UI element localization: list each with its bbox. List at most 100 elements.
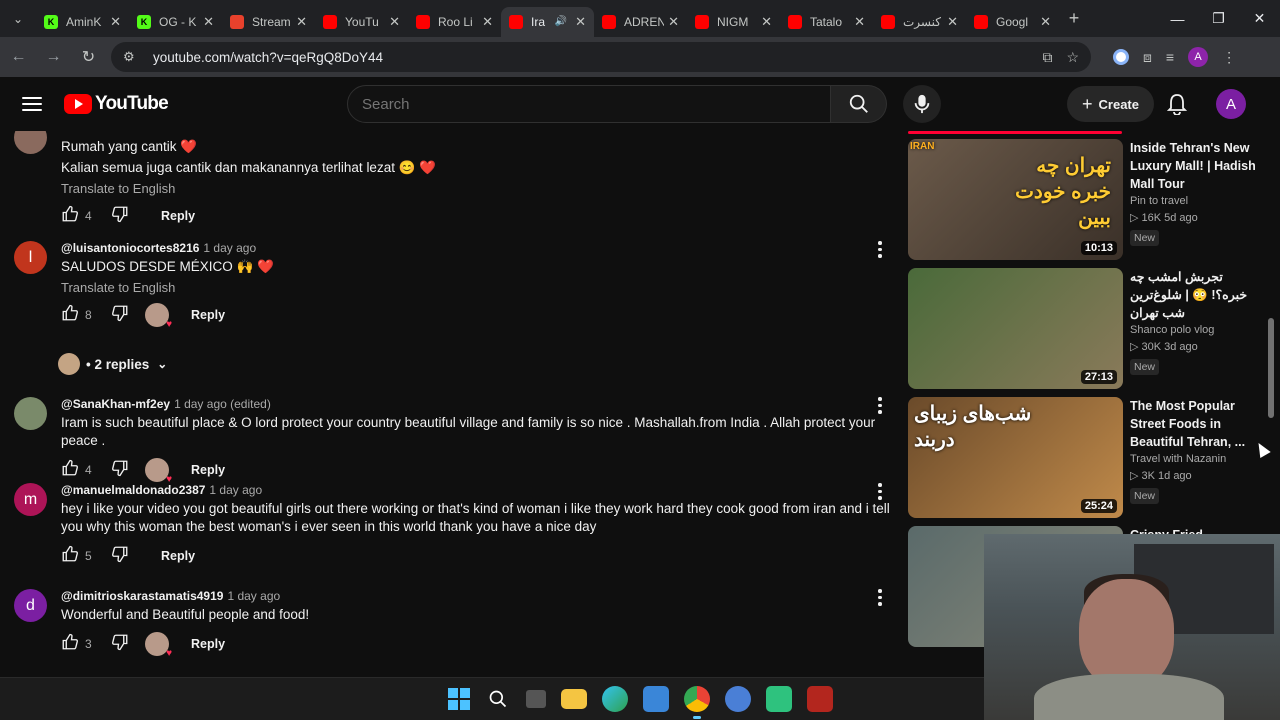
page-scrollbar[interactable] bbox=[1268, 318, 1274, 418]
thumbs-down-icon[interactable] bbox=[111, 633, 129, 656]
video-channel[interactable]: Travel with Nazanin bbox=[1130, 453, 1258, 465]
reply-button[interactable]: Reply bbox=[191, 308, 225, 322]
store-icon[interactable] bbox=[642, 686, 669, 712]
comment-more-icon[interactable] bbox=[870, 241, 890, 258]
related-video-card[interactable]: 27:13 تجربش امشب چه خبره؟! 😳 | شلوغ‌ترین … bbox=[908, 268, 1268, 390]
comment-author[interactable]: @manuelmaldonado2387 bbox=[61, 483, 205, 497]
obs-app-icon[interactable] bbox=[765, 686, 792, 712]
comment-author[interactable]: @SanaKhan-mf2ey bbox=[61, 397, 170, 411]
thumbs-up-icon[interactable] bbox=[61, 459, 79, 482]
video-title[interactable]: تجربش امشب چه خبره؟! 😳 | شلوغ‌ترین شب ته… bbox=[1130, 268, 1258, 322]
minimize-icon[interactable]: — bbox=[1157, 0, 1198, 37]
commenter-avatar[interactable]: m bbox=[14, 483, 47, 516]
browser-profile-avatar[interactable]: A bbox=[1188, 47, 1209, 67]
tab-close-icon[interactable]: ✕ bbox=[575, 14, 586, 30]
video-thumbnail[interactable]: IRAN تهران چه خبره خودت ببین 10:13 bbox=[908, 139, 1123, 260]
hamburger-menu-icon[interactable] bbox=[22, 97, 42, 111]
related-video-card[interactable]: شب‌های زیبای دربند 25:24 The Most Popular … bbox=[908, 397, 1268, 519]
browser-tab[interactable]: Googl ✕ bbox=[966, 7, 1059, 37]
comment-more-icon[interactable] bbox=[870, 589, 890, 606]
comment-more-icon[interactable] bbox=[870, 397, 890, 414]
site-info-icon[interactable]: ⚙ bbox=[123, 49, 143, 65]
tab-search-chevron-icon[interactable]: ⌄ bbox=[0, 0, 36, 37]
tab-close-icon[interactable]: ✕ bbox=[389, 14, 400, 30]
task-view-icon[interactable] bbox=[525, 690, 546, 708]
extensions-puzzle-icon[interactable]: ⧈ bbox=[1143, 49, 1152, 66]
reply-button[interactable]: Reply bbox=[191, 463, 225, 477]
search-button[interactable] bbox=[831, 85, 887, 123]
back-arrow-icon[interactable]: ← bbox=[2, 42, 35, 72]
account-avatar[interactable]: A bbox=[1216, 89, 1246, 119]
extension-circle-icon[interactable] bbox=[1113, 49, 1129, 65]
chrome-icon[interactable] bbox=[683, 686, 710, 719]
video-thumbnail[interactable]: 27:13 bbox=[908, 268, 1123, 389]
tab-close-icon[interactable]: ✕ bbox=[296, 14, 307, 30]
comment-time[interactable]: 1 day ago bbox=[203, 241, 256, 255]
thumbs-down-icon[interactable] bbox=[111, 304, 129, 327]
comment-author[interactable]: @dimitrioskarastamatis4919 bbox=[61, 589, 223, 603]
create-button[interactable]: + Create bbox=[1067, 86, 1154, 122]
translate-link[interactable]: Translate to English bbox=[61, 280, 891, 295]
install-app-icon[interactable]: ⧉ bbox=[1042, 49, 1052, 66]
video-title[interactable]: Inside Tehran's New Luxury Mall! | Hadis… bbox=[1130, 139, 1258, 193]
thumbs-up-icon[interactable] bbox=[61, 304, 79, 327]
tab-close-icon[interactable]: ✕ bbox=[761, 14, 772, 30]
tab-close-icon[interactable]: ✕ bbox=[1040, 14, 1051, 30]
comment-time[interactable]: 1 day ago bbox=[209, 483, 262, 497]
media-control-icon[interactable]: ≡ bbox=[1166, 49, 1174, 65]
commenter-avatar[interactable]: l bbox=[14, 241, 47, 274]
comment-time[interactable]: 1 day ago bbox=[227, 589, 280, 603]
commenter-avatar[interactable] bbox=[14, 397, 47, 430]
browser-tab[interactable]: NIGM ✕ bbox=[687, 7, 780, 37]
comment-time[interactable]: 1 day ago (edited) bbox=[174, 397, 271, 411]
reply-button[interactable]: Reply bbox=[161, 549, 195, 563]
tab-close-icon[interactable]: ✕ bbox=[482, 14, 493, 30]
thumbs-down-icon[interactable] bbox=[111, 205, 129, 228]
forward-arrow-icon[interactable]: → bbox=[37, 42, 70, 72]
commenter-avatar[interactable]: d bbox=[14, 589, 47, 622]
app-circle-icon[interactable] bbox=[724, 686, 751, 712]
browser-tab[interactable]: Stream ✕ bbox=[222, 7, 315, 37]
search-field[interactable] bbox=[347, 85, 831, 123]
video-thumbnail[interactable]: شب‌های زیبای دربند 25:24 bbox=[908, 397, 1123, 518]
reload-icon[interactable]: ↻ bbox=[72, 42, 105, 72]
tab-close-icon[interactable]: ✕ bbox=[947, 14, 958, 30]
video-title[interactable]: The Most Popular Street Foods in Beautif… bbox=[1130, 397, 1258, 451]
tab-close-icon[interactable]: ✕ bbox=[110, 14, 121, 30]
video-channel[interactable]: Pin to travel bbox=[1130, 195, 1258, 207]
notifications-bell-icon[interactable] bbox=[1166, 93, 1188, 120]
browser-tab[interactable]: Tatalo ✕ bbox=[780, 7, 873, 37]
related-video-card[interactable]: IRAN تهران چه خبره خودت ببین 10:13 Inside T… bbox=[908, 139, 1268, 261]
replies-toggle[interactable]: • 2 replies ⌄ bbox=[58, 353, 167, 375]
reply-button[interactable]: Reply bbox=[191, 637, 225, 651]
comment-author[interactable]: @luisantoniocortes8216 bbox=[61, 241, 199, 255]
browser-menu-icon[interactable]: ⋮ bbox=[1222, 49, 1236, 66]
browser-tab[interactable]: Roo Li ✕ bbox=[408, 7, 501, 37]
restore-icon[interactable]: ❐ bbox=[1198, 0, 1239, 37]
reply-button[interactable]: Reply bbox=[161, 209, 195, 223]
browser-tab[interactable]: Ira 🔊 ✕ bbox=[501, 6, 594, 37]
tab-close-icon[interactable]: ✕ bbox=[668, 14, 679, 30]
windows-start-icon[interactable] bbox=[447, 688, 470, 710]
search-taskbar-icon[interactable] bbox=[485, 686, 511, 712]
search-input[interactable] bbox=[362, 95, 830, 113]
thumbs-up-icon[interactable] bbox=[61, 545, 79, 568]
commenter-avatar[interactable] bbox=[14, 131, 47, 154]
close-window-icon[interactable]: ✕ bbox=[1239, 0, 1280, 37]
tab-close-icon[interactable]: ✕ bbox=[854, 14, 865, 30]
bookmark-star-icon[interactable]: ☆ bbox=[1066, 49, 1079, 66]
browser-tab[interactable]: K OG - K ✕ bbox=[129, 7, 222, 37]
new-tab-button[interactable]: + bbox=[1059, 4, 1089, 34]
tab-close-icon[interactable]: ✕ bbox=[203, 14, 214, 30]
voice-search-button[interactable] bbox=[903, 85, 941, 123]
thumbs-down-icon[interactable] bbox=[111, 459, 129, 482]
edge-browser-icon[interactable] bbox=[601, 686, 628, 712]
video-channel[interactable]: Shanco polo vlog bbox=[1130, 324, 1258, 336]
thumbs-up-icon[interactable] bbox=[61, 633, 79, 656]
browser-tab[interactable]: K AminK ✕ bbox=[36, 7, 129, 37]
comment-more-icon[interactable] bbox=[870, 483, 890, 500]
browser-tab[interactable]: ADREN ✕ bbox=[594, 7, 687, 37]
browser-tab[interactable]: کنسرت ✕ bbox=[873, 7, 966, 37]
file-explorer-icon[interactable] bbox=[560, 689, 587, 709]
address-bar[interactable]: ⚙ youtube.com/watch?v=qeRgQ8DoY44 ⧉ ☆ bbox=[111, 42, 1091, 72]
